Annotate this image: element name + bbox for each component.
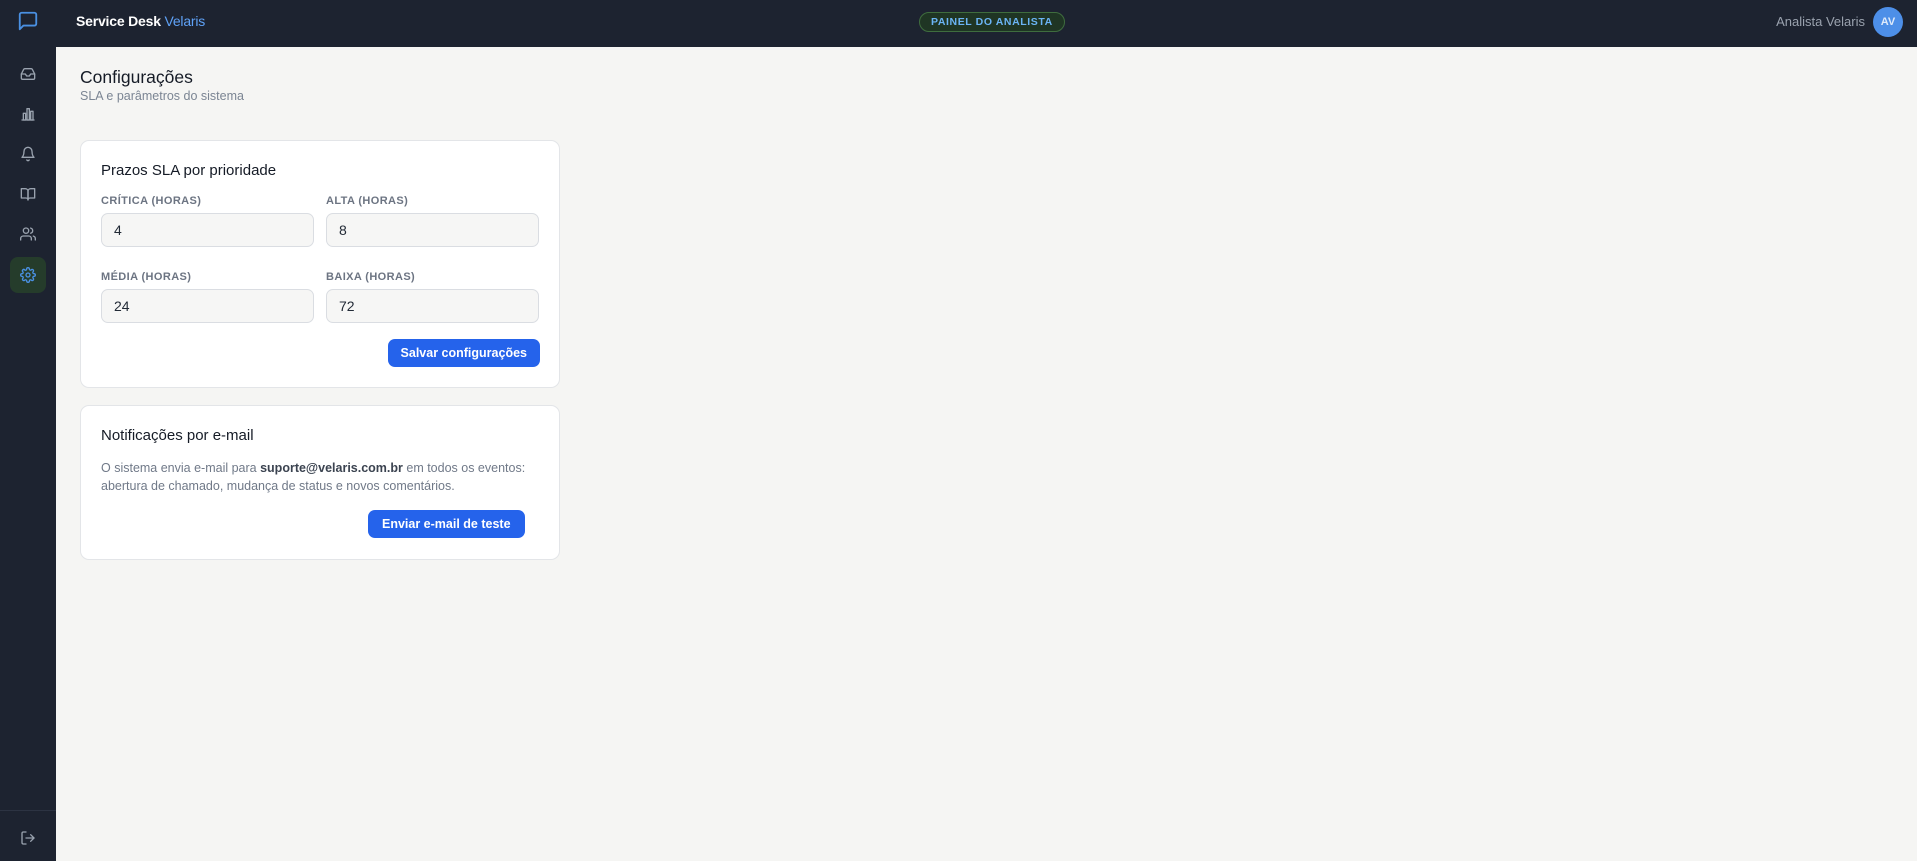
users-icon — [20, 227, 36, 241]
sla-medium-input[interactable] — [101, 289, 314, 323]
sla-critical-input[interactable] — [101, 213, 314, 247]
sla-low-label: BAIXA (HORAS) — [326, 271, 416, 283]
book-icon — [20, 188, 36, 201]
app-title: Service Desk Velaris — [76, 13, 205, 29]
sidebar-divider — [0, 810, 56, 811]
sla-medium-label: MÉDIA (HORAS) — [101, 271, 192, 283]
role-badge: PAINEL DO ANALISTA — [919, 12, 1065, 32]
sidebar-item-notifications[interactable] — [10, 136, 46, 172]
sla-settings-card: Prazos SLA por prioridade CRÍTICA (HORAS… — [80, 140, 560, 388]
logout-icon — [21, 831, 35, 845]
sidebar-item-settings[interactable] — [10, 257, 46, 293]
email-description: O sistema envia e-mail para suporte@vela… — [101, 459, 541, 495]
user-name: Analista Velaris — [1776, 14, 1865, 29]
sla-critical-label: CRÍTICA (HORAS) — [101, 195, 202, 207]
send-test-email-button[interactable]: Enviar e-mail de teste — [368, 510, 525, 538]
settings-icon — [20, 267, 36, 283]
bell-icon — [21, 146, 35, 162]
save-settings-button[interactable]: Salvar configurações — [387, 339, 540, 367]
sidebar-item-knowledge-base[interactable] — [10, 176, 46, 212]
page-title: Configurações — [80, 67, 193, 87]
page-subtitle: SLA e parâmetros do sistema — [80, 89, 244, 103]
sla-low-input[interactable] — [326, 289, 539, 323]
email-card-title: Notificações por e-mail — [101, 427, 254, 444]
top-bar: Service Desk Velaris PAINEL DO ANALISTA … — [0, 0, 1917, 47]
sidebar-item-logout[interactable] — [10, 820, 46, 856]
email-text-before: O sistema envia e-mail para — [101, 461, 261, 475]
support-email: suporte@velaris.com.br — [260, 461, 403, 475]
chat-bubble-icon[interactable] — [17, 10, 39, 32]
avatar[interactable]: AV — [1873, 7, 1903, 37]
email-notifications-card: Notificações por e-mail O sistema envia … — [80, 405, 560, 560]
inbox-icon — [20, 68, 36, 80]
bar-chart-icon — [21, 108, 35, 121]
sla-high-label: ALTA (HORAS) — [326, 195, 409, 207]
sidebar — [0, 47, 56, 861]
sidebar-item-users[interactable] — [10, 216, 46, 252]
sidebar-item-reports[interactable] — [10, 96, 46, 132]
app-title-accent: Velaris — [164, 13, 206, 29]
sla-card-title: Prazos SLA por prioridade — [101, 162, 277, 179]
sla-high-input[interactable] — [326, 213, 539, 247]
app-title-primary: Service Desk — [76, 13, 161, 29]
sidebar-item-inbox[interactable] — [10, 56, 46, 92]
